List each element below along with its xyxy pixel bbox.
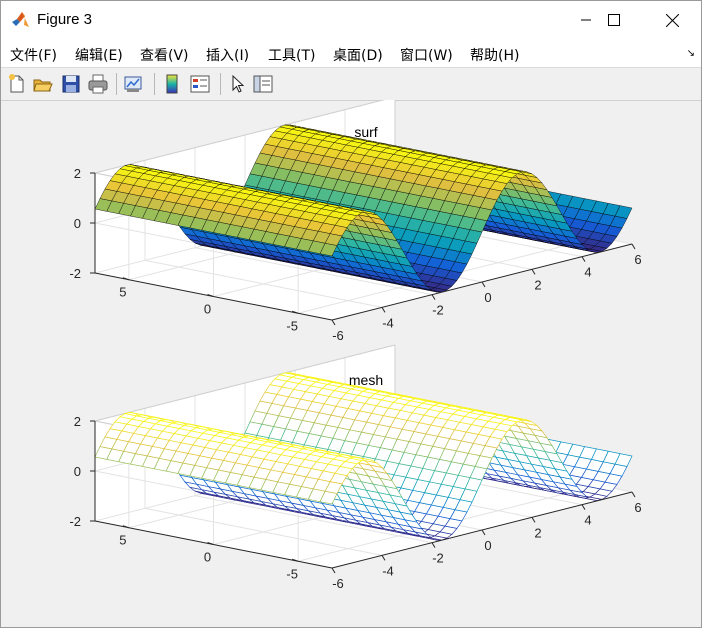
title-bar[interactable]: Figure 3 xyxy=(1,1,701,39)
open-file-icon[interactable] xyxy=(32,73,54,95)
menu-help[interactable]: 帮助(H) xyxy=(470,45,519,65)
matlab-logo-icon xyxy=(12,12,29,27)
dock-arrow-icon[interactable]: ↘ xyxy=(687,48,695,59)
x-tick-label: -2 xyxy=(432,551,444,566)
save-icon[interactable] xyxy=(60,73,82,95)
maximize-icon xyxy=(608,14,620,26)
axes-title: mesh xyxy=(349,372,383,388)
window-title: Figure 3 xyxy=(37,11,93,28)
y-tick-label: 0 xyxy=(204,302,211,317)
x-tick-mark xyxy=(431,542,436,548)
x-tick-mark xyxy=(631,491,636,498)
legend-icon[interactable] xyxy=(189,73,211,95)
new-figure-icon[interactable] xyxy=(6,73,28,95)
property-inspector-icon[interactable] xyxy=(252,73,274,95)
menu-view[interactable]: 查看(V) xyxy=(140,45,189,65)
menu-window[interactable]: 窗口(W) xyxy=(400,45,453,65)
y-tick-label: 0 xyxy=(204,550,211,565)
x-tick-mark xyxy=(481,529,486,536)
z-tick-label: -2 xyxy=(69,514,81,529)
x-tick-mark xyxy=(431,294,436,300)
x-tick-label: 2 xyxy=(534,277,541,292)
toolbar-separator xyxy=(116,73,117,95)
x-tick-label: -6 xyxy=(332,328,344,343)
x-tick-label: 6 xyxy=(634,500,641,515)
figure-window: Figure 3 文件(F) 编辑(E) 查看(V) 插入(I) 工具(T) 桌… xyxy=(0,0,702,628)
x-tick-mark xyxy=(581,256,586,262)
x-tick-label: 2 xyxy=(534,525,541,540)
x-tick-label: 4 xyxy=(584,265,591,280)
x-tick-mark xyxy=(531,269,536,275)
z-tick-label: 2 xyxy=(74,414,81,429)
menu-bar: 文件(F) 编辑(E) 查看(V) 插入(I) 工具(T) 桌面(D) 窗口(W… xyxy=(1,39,701,67)
menu-desktop[interactable]: 桌面(D) xyxy=(333,45,383,65)
close-icon xyxy=(665,13,679,27)
z-tick-label: -2 xyxy=(69,266,81,281)
menu-insert[interactable]: 插入(I) xyxy=(206,45,249,65)
x-tick-label: -6 xyxy=(332,576,344,591)
x-tick-mark xyxy=(481,281,486,288)
maximize-button[interactable] xyxy=(591,1,637,39)
x-tick-mark xyxy=(381,307,386,313)
x-tick-label: 4 xyxy=(584,513,591,528)
y-tick-label: -5 xyxy=(286,318,298,333)
menu-tools[interactable]: 工具(T) xyxy=(268,45,315,65)
axes-title: surf xyxy=(354,124,377,140)
link-plot-icon[interactable] xyxy=(122,73,144,95)
x-tick-label: -4 xyxy=(382,563,394,578)
x-tick-label: 6 xyxy=(634,252,641,267)
y-tick-label: 5 xyxy=(119,285,126,300)
x-tick-mark xyxy=(331,319,336,326)
x-tick-label: 0 xyxy=(484,538,491,553)
y-tick-label: 5 xyxy=(119,533,126,548)
z-tick-label: 0 xyxy=(74,464,81,479)
close-button[interactable] xyxy=(649,1,695,39)
menu-edit[interactable]: 编辑(E) xyxy=(75,45,123,65)
z-tick-label: 2 xyxy=(74,166,81,181)
x-tick-mark xyxy=(331,567,336,574)
figure-toolbar xyxy=(1,67,701,101)
x-tick-mark xyxy=(381,555,386,561)
x-tick-label: -4 xyxy=(382,315,394,330)
axes-surface[interactable]: -6 -4 -2 0 2 4 6 5 0 -5 2 0 -2 surf xyxy=(69,100,642,343)
print-icon[interactable] xyxy=(87,73,109,95)
axes-mesh[interactable]: -6 -4 -2 0 2 4 6 5 0 -5 2 0 -2 mesh xyxy=(69,344,642,591)
z-tick-label: 0 xyxy=(74,216,81,231)
figure-canvas[interactable]: -6 -4 -2 0 2 4 6 5 0 -5 2 0 -2 surf -6 -4 -2 0 2 4 6 5 0 -5 2 0 -2… xyxy=(1,100,701,627)
toolbar-separator xyxy=(154,73,155,95)
x-tick-mark xyxy=(531,517,536,523)
x-tick-mark xyxy=(631,243,636,250)
x-tick-label: -2 xyxy=(432,303,444,318)
toolbar-separator xyxy=(220,73,221,95)
x-tick-mark xyxy=(581,504,586,510)
y-tick-label: -5 xyxy=(286,566,298,581)
pointer-icon[interactable] xyxy=(226,73,248,95)
menu-file[interactable]: 文件(F) xyxy=(10,45,57,65)
colorbar-icon[interactable] xyxy=(161,73,183,95)
x-tick-label: 0 xyxy=(484,290,491,305)
